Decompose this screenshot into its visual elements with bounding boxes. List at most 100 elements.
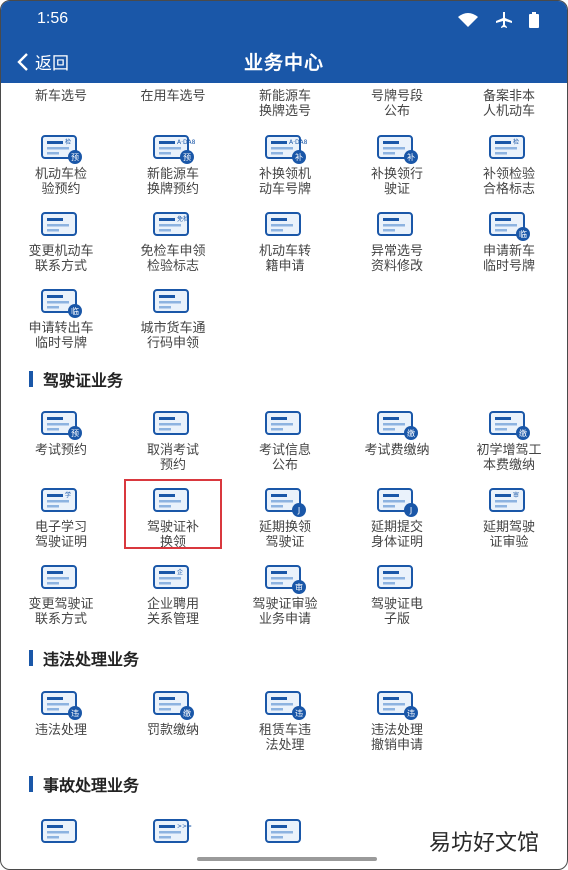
vehicle-top-item-label: 在用车选号 <box>140 89 206 104</box>
vehicle-service-item-label: 城市货车通 行码申领 <box>140 321 206 351</box>
license-service-item[interactable]: 审延期驾驶 证审验 <box>453 480 565 557</box>
inspection-mark-icon: 检 <box>489 135 525 159</box>
violation-service-item[interactable]: 违违法处理 <box>5 683 117 760</box>
home-indicator[interactable] <box>197 857 377 861</box>
section-accident-title: 事故处理业务 <box>29 772 139 796</box>
license-service-item[interactable]: 审驾驶证审验 业务申请 <box>229 557 341 634</box>
license-service-item[interactable]: 驾驶证电 子版 <box>341 557 453 634</box>
vehicle-service-item-label: 免检车申领 检验标志 <box>140 244 206 274</box>
svg-text:检: 检 <box>513 138 519 146</box>
license-service-item[interactable]: 考试信息 公布 <box>229 403 341 480</box>
vehicle-top-item[interactable]: 新车选号 <box>5 89 117 127</box>
vehicle-service-item[interactable]: 检预机动车检 验预约 <box>5 127 117 204</box>
section-marker <box>29 650 33 666</box>
svg-text:违: 违 <box>295 709 303 718</box>
vehicle-top-item[interactable]: 备案非本 人机动车 <box>453 89 565 127</box>
license-service-item-label: 企业聘用 关系管理 <box>146 597 199 627</box>
svg-text:补: 补 <box>295 152 303 162</box>
violation-handle-icon: 违 <box>41 691 82 720</box>
vehicle-service-item[interactable]: 免检 免检车申领 检验标志 <box>117 204 229 281</box>
license-service-item-label: 延期驾驶 证审验 <box>482 520 535 550</box>
license-service-grid: 预考试预约 取消考试 预约 考试信息 公布缴考试费缴纳缴初学增驾工 本费缴纳学电子学… <box>5 403 565 634</box>
vehicle-top-item[interactable]: 在用车选号 <box>117 89 229 127</box>
exam-fee-icon: 缴 <box>377 411 418 440</box>
license-review-apply-icon: 审 <box>265 565 306 594</box>
violation-service-grid: 违违法处理缴罚款缴纳违租赁车违 法处理违违法处理 撤销申请 <box>5 683 565 760</box>
section-marker <box>29 371 33 387</box>
status-bar: 1:56 <box>1 1 567 39</box>
wifi-icon <box>458 13 478 27</box>
transfer-out-temp-plate-icon: 临 <box>41 289 82 318</box>
svg-text:审: 审 <box>295 582 303 592</box>
vehicle-service-item-label: 变更机动车 联系方式 <box>28 244 94 274</box>
license-service-item[interactable]: 预考试预约 <box>5 403 117 480</box>
svg-text:A·DA888: A·DA888 <box>289 139 307 146</box>
section-violation-title: 违法处理业务 <box>29 646 139 670</box>
change-vehicle-contact-icon <box>41 212 77 236</box>
accident-service-item[interactable] <box>5 811 117 869</box>
change-license-contact-icon <box>41 565 77 589</box>
license-service-item-label: 考试费缴纳 <box>364 443 430 458</box>
accident-quick-icon <box>41 819 77 843</box>
vehicle-service-item[interactable]: 变更机动车 联系方式 <box>5 204 117 281</box>
vehicle-service-item[interactable]: A·DA888 补补换领机 动车号牌 <box>229 127 341 204</box>
license-service-item[interactable]: 缴初学增驾工 本费缴纳 <box>453 403 565 480</box>
vehicle-service-item[interactable]: 异常选号 资料修改 <box>341 204 453 281</box>
violation-service-item[interactable]: 违违法处理 撤销申请 <box>341 683 453 760</box>
vehicle-top-item-label: 号牌号段 公布 <box>370 89 423 119</box>
truck-pass-icon <box>153 289 189 313</box>
license-service-item-label: 延期换领 驾驶证 <box>258 520 311 550</box>
svg-text:缴: 缴 <box>407 428 415 438</box>
svg-text:审: 审 <box>513 491 519 499</box>
license-service-item[interactable]: J 延期提交 身体证明 <box>341 480 453 557</box>
violation-service-item-label: 租赁车违 法处理 <box>258 723 311 753</box>
vehicle-service-item[interactable]: 临申请新车 临时号牌 <box>453 204 565 281</box>
license-service-item[interactable]: 企企业聘用 关系管理 <box>117 557 229 634</box>
replace-license-icon: 补 <box>377 135 418 164</box>
accident-service-item[interactable]: >>> <box>117 811 229 869</box>
vehicle-service-item[interactable]: 临申请转出车 临时号牌 <box>5 281 117 358</box>
exam-info-icon <box>265 411 301 435</box>
fine-payment-icon: 缴 <box>153 691 194 720</box>
vehicle-service-item[interactable]: A·DA888 预新能源车 换牌预约 <box>117 127 229 204</box>
cancel-exam-icon <box>153 411 189 435</box>
inspection-appointment-icon: 检预 <box>41 135 82 164</box>
vehicle-top-item[interactable]: 新能源车 换牌选号 <box>229 89 341 127</box>
svg-text:违: 违 <box>71 709 79 718</box>
accident-handle-icon: >>> <box>153 819 192 843</box>
vehicle-service-item-label: 新能源车 换牌预约 <box>146 167 199 197</box>
vehicle-service-item[interactable]: 补补换领行 驶证 <box>341 127 453 204</box>
vehicle-service-item[interactable]: 机动车转 籍申请 <box>229 204 341 281</box>
license-service-item[interactable]: 学电子学习 驾驶证明 <box>5 480 117 557</box>
violation-service-item[interactable]: 缴罚款缴纳 <box>117 683 229 760</box>
service-list: 新车选号 在用车选号 新能源车 换牌选号 号牌号段 公布 备案非本 人机动车 检预机动车… <box>1 83 567 869</box>
violation-service-item-label: 违法处理 <box>34 723 87 738</box>
license-review-extend-icon: 审 <box>489 488 525 512</box>
license-service-item[interactable]: 取消考试 预约 <box>117 403 229 480</box>
vehicle-transfer-icon <box>265 212 301 236</box>
violation-revoke-icon: 违 <box>377 691 418 720</box>
e-license-icon <box>377 565 413 589</box>
svg-text:补: 补 <box>407 152 415 162</box>
svg-text:J: J <box>297 506 300 515</box>
beginner-fee-icon: 缴 <box>489 411 530 440</box>
vehicle-service-item-label: 异常选号 资料修改 <box>370 244 423 274</box>
license-service-item[interactable]: 变更驾驶证 联系方式 <box>5 557 117 634</box>
svg-text:A·DA888: A·DA888 <box>177 139 195 146</box>
violation-service-item[interactable]: 违租赁车违 法处理 <box>229 683 341 760</box>
vehicle-service-item[interactable]: 城市货车通 行码申领 <box>117 281 229 358</box>
license-service-item[interactable]: J 延期换领 驾驶证 <box>229 480 341 557</box>
vehicle-service-item-label: 补换领行 驶证 <box>370 167 423 197</box>
license-service-item-label: 延期提交 身体证明 <box>370 520 423 550</box>
accident-service-item[interactable] <box>229 811 341 869</box>
license-service-item[interactable]: 缴考试费缴纳 <box>341 403 453 480</box>
battery-icon <box>529 12 539 28</box>
vehicle-top-item[interactable]: 号牌号段 公布 <box>341 89 453 127</box>
vehicle-service-item[interactable]: 检补领检验 合格标志 <box>453 127 565 204</box>
phone-frame: 1:56 返回 业务中心 新车选号 在用车选号 新能源车 换牌选号 号牌号段 公布 备案… <box>0 0 568 870</box>
status-icons <box>457 11 539 29</box>
e-study-certificate-icon: 学 <box>41 488 77 512</box>
svg-text:预: 预 <box>71 152 79 162</box>
section-violation-label: 违法处理业务 <box>43 650 140 669</box>
svg-text:J: J <box>409 506 412 515</box>
